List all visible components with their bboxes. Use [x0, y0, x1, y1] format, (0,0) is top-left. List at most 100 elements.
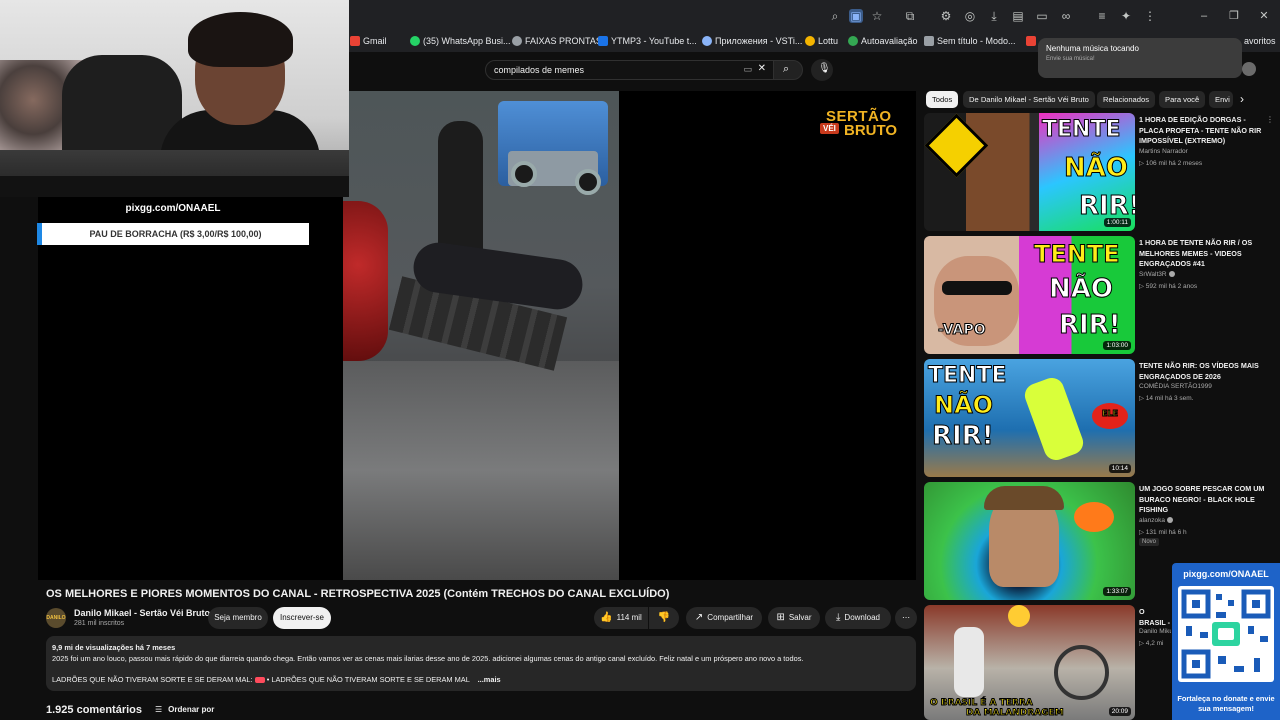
channel-label: alanzoka	[1139, 517, 1166, 524]
recommendation-channel[interactable]: alanzoka	[1139, 517, 1174, 524]
webcam-keyboard	[0, 176, 349, 197]
profile-extension-icon[interactable]: ✦	[1119, 9, 1133, 23]
close-icon[interactable]: ✕	[1256, 8, 1272, 24]
show-more-link[interactable]: ...mais	[478, 675, 501, 684]
account-avatar[interactable]	[1242, 62, 1256, 76]
warning-sign-icon	[924, 113, 989, 178]
bookmark-gmail-2[interactable]	[1026, 36, 1036, 46]
thumb-fish	[1074, 502, 1114, 532]
autoavaliacao-icon	[848, 36, 858, 46]
bookmark-lottu[interactable]: Lottu	[805, 36, 838, 46]
link-icon[interactable]: ∞	[1059, 9, 1073, 23]
recommendation-channel[interactable]: Martins Narrador	[1139, 148, 1188, 155]
recommendation-thumbnail[interactable]: TENTE NÃO RIR! 1:00:11	[924, 113, 1135, 231]
dislike-button[interactable]: 👎	[649, 607, 679, 629]
bookmark-label: Sem título - Modo...	[937, 36, 1016, 46]
bookmark-sem-titulo[interactable]: Sem título - Modo...	[924, 36, 1016, 46]
video-duration: 1:00:11	[1103, 218, 1131, 227]
recommendation-title[interactable]: UM JOGO SOBRE PESCAR COM UM BURACO NEGRO…	[1139, 484, 1265, 516]
share-button[interactable]: ↗ Compartilhar	[686, 607, 762, 629]
search-input[interactable]: compilados de memes ▭ ✕	[485, 60, 775, 80]
globe-icon	[512, 36, 522, 46]
chevron-right-icon[interactable]: ›	[1240, 92, 1244, 106]
bookmark-label: Lottu	[818, 36, 839, 46]
verified-icon	[1168, 271, 1175, 278]
reading-list-icon[interactable]: ≡	[1095, 9, 1109, 23]
recommendation-title[interactable]: 1 HORA DE TENTE NÃO RIR / OS MELHORES ME…	[1139, 238, 1265, 270]
download-icon[interactable]: ⤓	[987, 9, 1001, 23]
like-count: 114 mil	[616, 613, 642, 622]
video-frame[interactable]	[343, 91, 619, 580]
extension-icon-1[interactable]: ⚙	[939, 9, 953, 23]
tab-icon[interactable]: ▭	[1035, 9, 1049, 23]
recommendation-item[interactable]: TENTE NÃO RIR! ELE 10:14 TENTE NÃO RIR: …	[924, 359, 1274, 479]
chip-channel[interactable]: De Danilo Mikael - Sertão Véi Bruto	[963, 91, 1095, 108]
search-button[interactable]: ⌕	[773, 60, 803, 80]
video-title: OS MELHORES E PIORES MOMENTOS DO CANAL -…	[46, 588, 670, 600]
qr-code	[1178, 586, 1274, 682]
thumb-text: NÃO	[1049, 274, 1114, 305]
bookmark-star-icon[interactable]: ☆	[870, 9, 884, 23]
subscriber-count: 281 mil inscritos	[74, 620, 125, 627]
subscribe-button[interactable]: Inscrever-se	[273, 607, 331, 629]
download-button[interactable]: ⤓ Download	[825, 607, 891, 629]
recommendation-title[interactable]: TENTE NÃO RIR: OS VÍDEOS MAIS ENGRAÇADOS…	[1139, 361, 1265, 382]
cast-icon[interactable]: ▣	[849, 9, 863, 23]
recommendation-menu-icon[interactable]: ⋮	[1266, 115, 1274, 124]
channel-avatar[interactable]: DANILO	[46, 608, 66, 628]
bookmark-faixas[interactable]: FAIXAS PRONTAS	[512, 36, 602, 46]
gmail-icon	[1026, 36, 1036, 46]
recommendation-title[interactable]: 1 HORA DE EDIÇÃO DORGAS - PLACA PROFETA …	[1139, 115, 1265, 147]
clear-search-icon[interactable]: ✕	[758, 63, 766, 74]
document-icon	[924, 36, 934, 46]
sort-label: Ordenar por	[168, 705, 215, 714]
trash-icon[interactable]: ▤	[1011, 9, 1025, 23]
watermark-badge: VÉI	[820, 123, 839, 134]
music-notification[interactable]: Nenhuma música tocando Envie sua música!	[1038, 38, 1242, 78]
sort-comments-button[interactable]: ☰ Ordenar por	[155, 705, 214, 714]
channel-name[interactable]: Danilo Mikael - Sertão Véi Bruto	[74, 608, 210, 618]
recommendation-item[interactable]: TENTE NÃO RIR! 1:00:11 1 HORA DE EDIÇÃO …	[924, 113, 1274, 233]
join-button[interactable]: Seja membro	[208, 607, 268, 629]
recommendation-thumbnail[interactable]: 1:33:07	[924, 482, 1135, 600]
chip-for-you[interactable]: Para você	[1159, 91, 1206, 108]
bookmark-favoritos[interactable]: avoritos	[1244, 36, 1276, 46]
bookmark-whatsapp[interactable]: (35) WhatsApp Busi...	[410, 36, 511, 46]
chip-all[interactable]: Todos	[926, 91, 959, 108]
save-button[interactable]: ⊞ Salvar	[768, 607, 820, 629]
chip-related[interactable]: Relacionados	[1097, 91, 1156, 108]
like-button[interactable]: 👍 114 mil	[594, 607, 648, 629]
bookmark-ytmp3[interactable]: YTMP3 - YouTube t...	[598, 36, 697, 46]
recommendation-item[interactable]: TENTE NÃO RIR! -VAPO 1:03:00 1 HORA DE T…	[924, 236, 1274, 356]
thumb-text: ELE	[1101, 409, 1119, 419]
channel-watermark[interactable]: SERTÃO VÉI BRUTO	[820, 108, 900, 140]
menu-dots-icon[interactable]: ⋮	[1143, 9, 1157, 23]
recommendation-meta: ▷ 106 mil há 2 meses	[1139, 160, 1203, 167]
voice-search-button[interactable]: 🎙	[811, 59, 833, 81]
qr-cta: Fortaleça no donate e envie sua mensagem…	[1177, 694, 1275, 713]
keyboard-icon[interactable]: ▭	[743, 64, 752, 75]
recommendation-thumbnail[interactable]: TENTE NÃO RIR! -VAPO 1:03:00	[924, 236, 1135, 354]
extension-icon-2[interactable]: ◎	[963, 9, 977, 23]
thumb-text: DA MALANDRAGEM	[966, 708, 1065, 719]
recommendation-channel[interactable]: COMÉDIA SERTÃO1999	[1139, 383, 1212, 390]
extensions-icon[interactable]: ⧉	[903, 9, 917, 23]
bookmark-vsti[interactable]: Приложения - VSTi...	[702, 36, 802, 46]
recommendation-title[interactable]: O BRASIL - ESSE PA	[1139, 607, 1171, 629]
bookmark-gmail[interactable]: Gmail	[350, 36, 387, 46]
thumb-person	[1021, 374, 1087, 464]
chip-more[interactable]: Envi	[1209, 91, 1233, 108]
restore-icon[interactable]: ❐	[1226, 8, 1242, 24]
bookmark-label: (35) WhatsApp Busi...	[423, 36, 511, 46]
video-description[interactable]: 9,9 mi de visualizações há 7 meses 2025 …	[46, 636, 916, 691]
more-actions-button[interactable]: ⋯	[895, 607, 917, 629]
recommendation-thumbnail[interactable]: TENTE NÃO RIR! ELE 10:14	[924, 359, 1135, 477]
thumb-text: NÃO	[1064, 153, 1129, 184]
thumb-text: O BRASIL É A TERRA	[930, 698, 1034, 709]
zoom-icon[interactable]: ⌕	[828, 9, 842, 23]
recommendation-channel[interactable]: SrWalt3R	[1139, 271, 1175, 278]
recommendation-thumbnail[interactable]: O BRASIL É A TERRA DA MALANDRAGEM 20:09	[924, 605, 1135, 720]
minimize-icon[interactable]: –	[1196, 8, 1212, 24]
bookmark-autoavaliacao[interactable]: Autoavaliação	[848, 36, 918, 46]
recommendation-channel[interactable]: Danilo Miku	[1139, 628, 1171, 635]
